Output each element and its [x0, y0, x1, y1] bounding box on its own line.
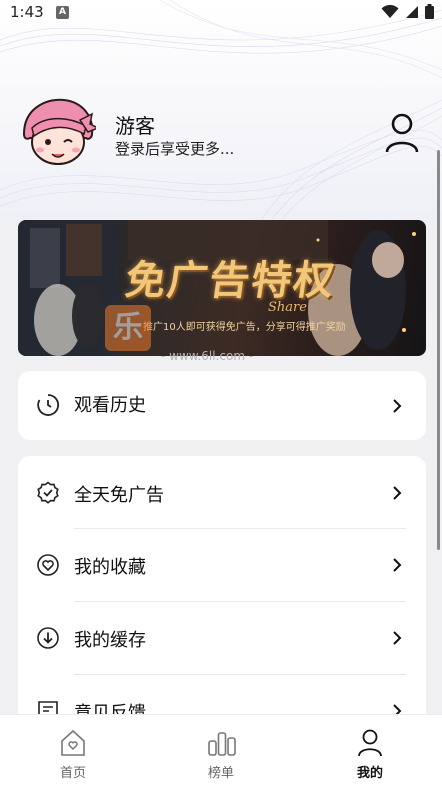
status-time: 1:43 — [10, 3, 44, 21]
badge-check-icon — [37, 481, 59, 504]
nav-label: 榜单 — [207, 766, 234, 781]
menu-item-label: 观看历史 — [74, 395, 146, 416]
status-icons — [381, 4, 434, 19]
watermark-text: - www.6ll.com - — [161, 349, 254, 363]
menu-item-downloads[interactable]: 我的缓存 — [18, 602, 426, 674]
tab-ranking[interactable]: 榜单 — [181, 715, 261, 787]
menu-item-label: 我的收藏 — [74, 557, 146, 578]
banner-title: 免广告特权 — [122, 257, 339, 304]
history-clock-icon — [37, 394, 60, 416]
scrollbar[interactable] — [437, 150, 440, 550]
bottom-navigation: 首页 榜单 我的 — [0, 714, 442, 787]
chevron-right-icon — [393, 631, 402, 645]
avatar[interactable] — [20, 98, 96, 168]
profile-header: 游客 登录后享受更多... — [20, 98, 424, 168]
username: 游客 — [115, 114, 155, 138]
banner-description: 推广10人即可获得免广告，分享可得推广奖励 — [143, 322, 346, 333]
wifi-icon — [381, 4, 399, 18]
menu-item-watch-history[interactable]: 观看历史 — [18, 371, 426, 440]
profile-icon — [358, 729, 382, 757]
banner-share-label: Share — [268, 300, 307, 315]
chevron-right-icon — [393, 558, 402, 572]
login-prompt[interactable]: 登录后享受更多... — [115, 138, 234, 159]
battery-icon — [425, 4, 434, 19]
features-card: 全天免广告 我的收藏 我的缓存 意见反馈 — [18, 456, 426, 756]
history-card: 观看历史 — [18, 371, 426, 440]
download-circle-icon — [37, 627, 59, 649]
menu-item-favorites[interactable]: 我的收藏 — [18, 529, 426, 601]
watermark: 乐 - www.6ll.com - — [105, 305, 253, 363]
ad-free-banner[interactable]: 免广告特权 Share 推广10人即可获得免广告，分享可得推广奖励 — [18, 220, 426, 356]
ranking-bars-icon — [208, 732, 236, 756]
notification-badge-icon: A — [56, 6, 69, 19]
chevron-right-icon — [393, 486, 402, 500]
menu-item-ad-free[interactable]: 全天免广告 — [18, 456, 426, 528]
tab-mine[interactable]: 我的 — [330, 715, 410, 787]
watermark-logo: 乐 — [105, 305, 151, 351]
cellular-signal-icon — [406, 5, 418, 18]
menu-item-label: 全天免广告 — [74, 485, 164, 506]
status-bar: 1:43 A — [0, 0, 442, 26]
nav-label: 首页 — [59, 766, 86, 781]
user-profile-icon[interactable] — [384, 112, 420, 154]
heart-circle-icon — [37, 554, 59, 576]
menu-item-label: 我的缓存 — [74, 630, 146, 651]
home-heart-icon — [61, 729, 85, 756]
tab-home[interactable]: 首页 — [33, 715, 113, 787]
nav-label: 我的 — [356, 766, 383, 781]
chevron-right-icon — [393, 399, 402, 413]
